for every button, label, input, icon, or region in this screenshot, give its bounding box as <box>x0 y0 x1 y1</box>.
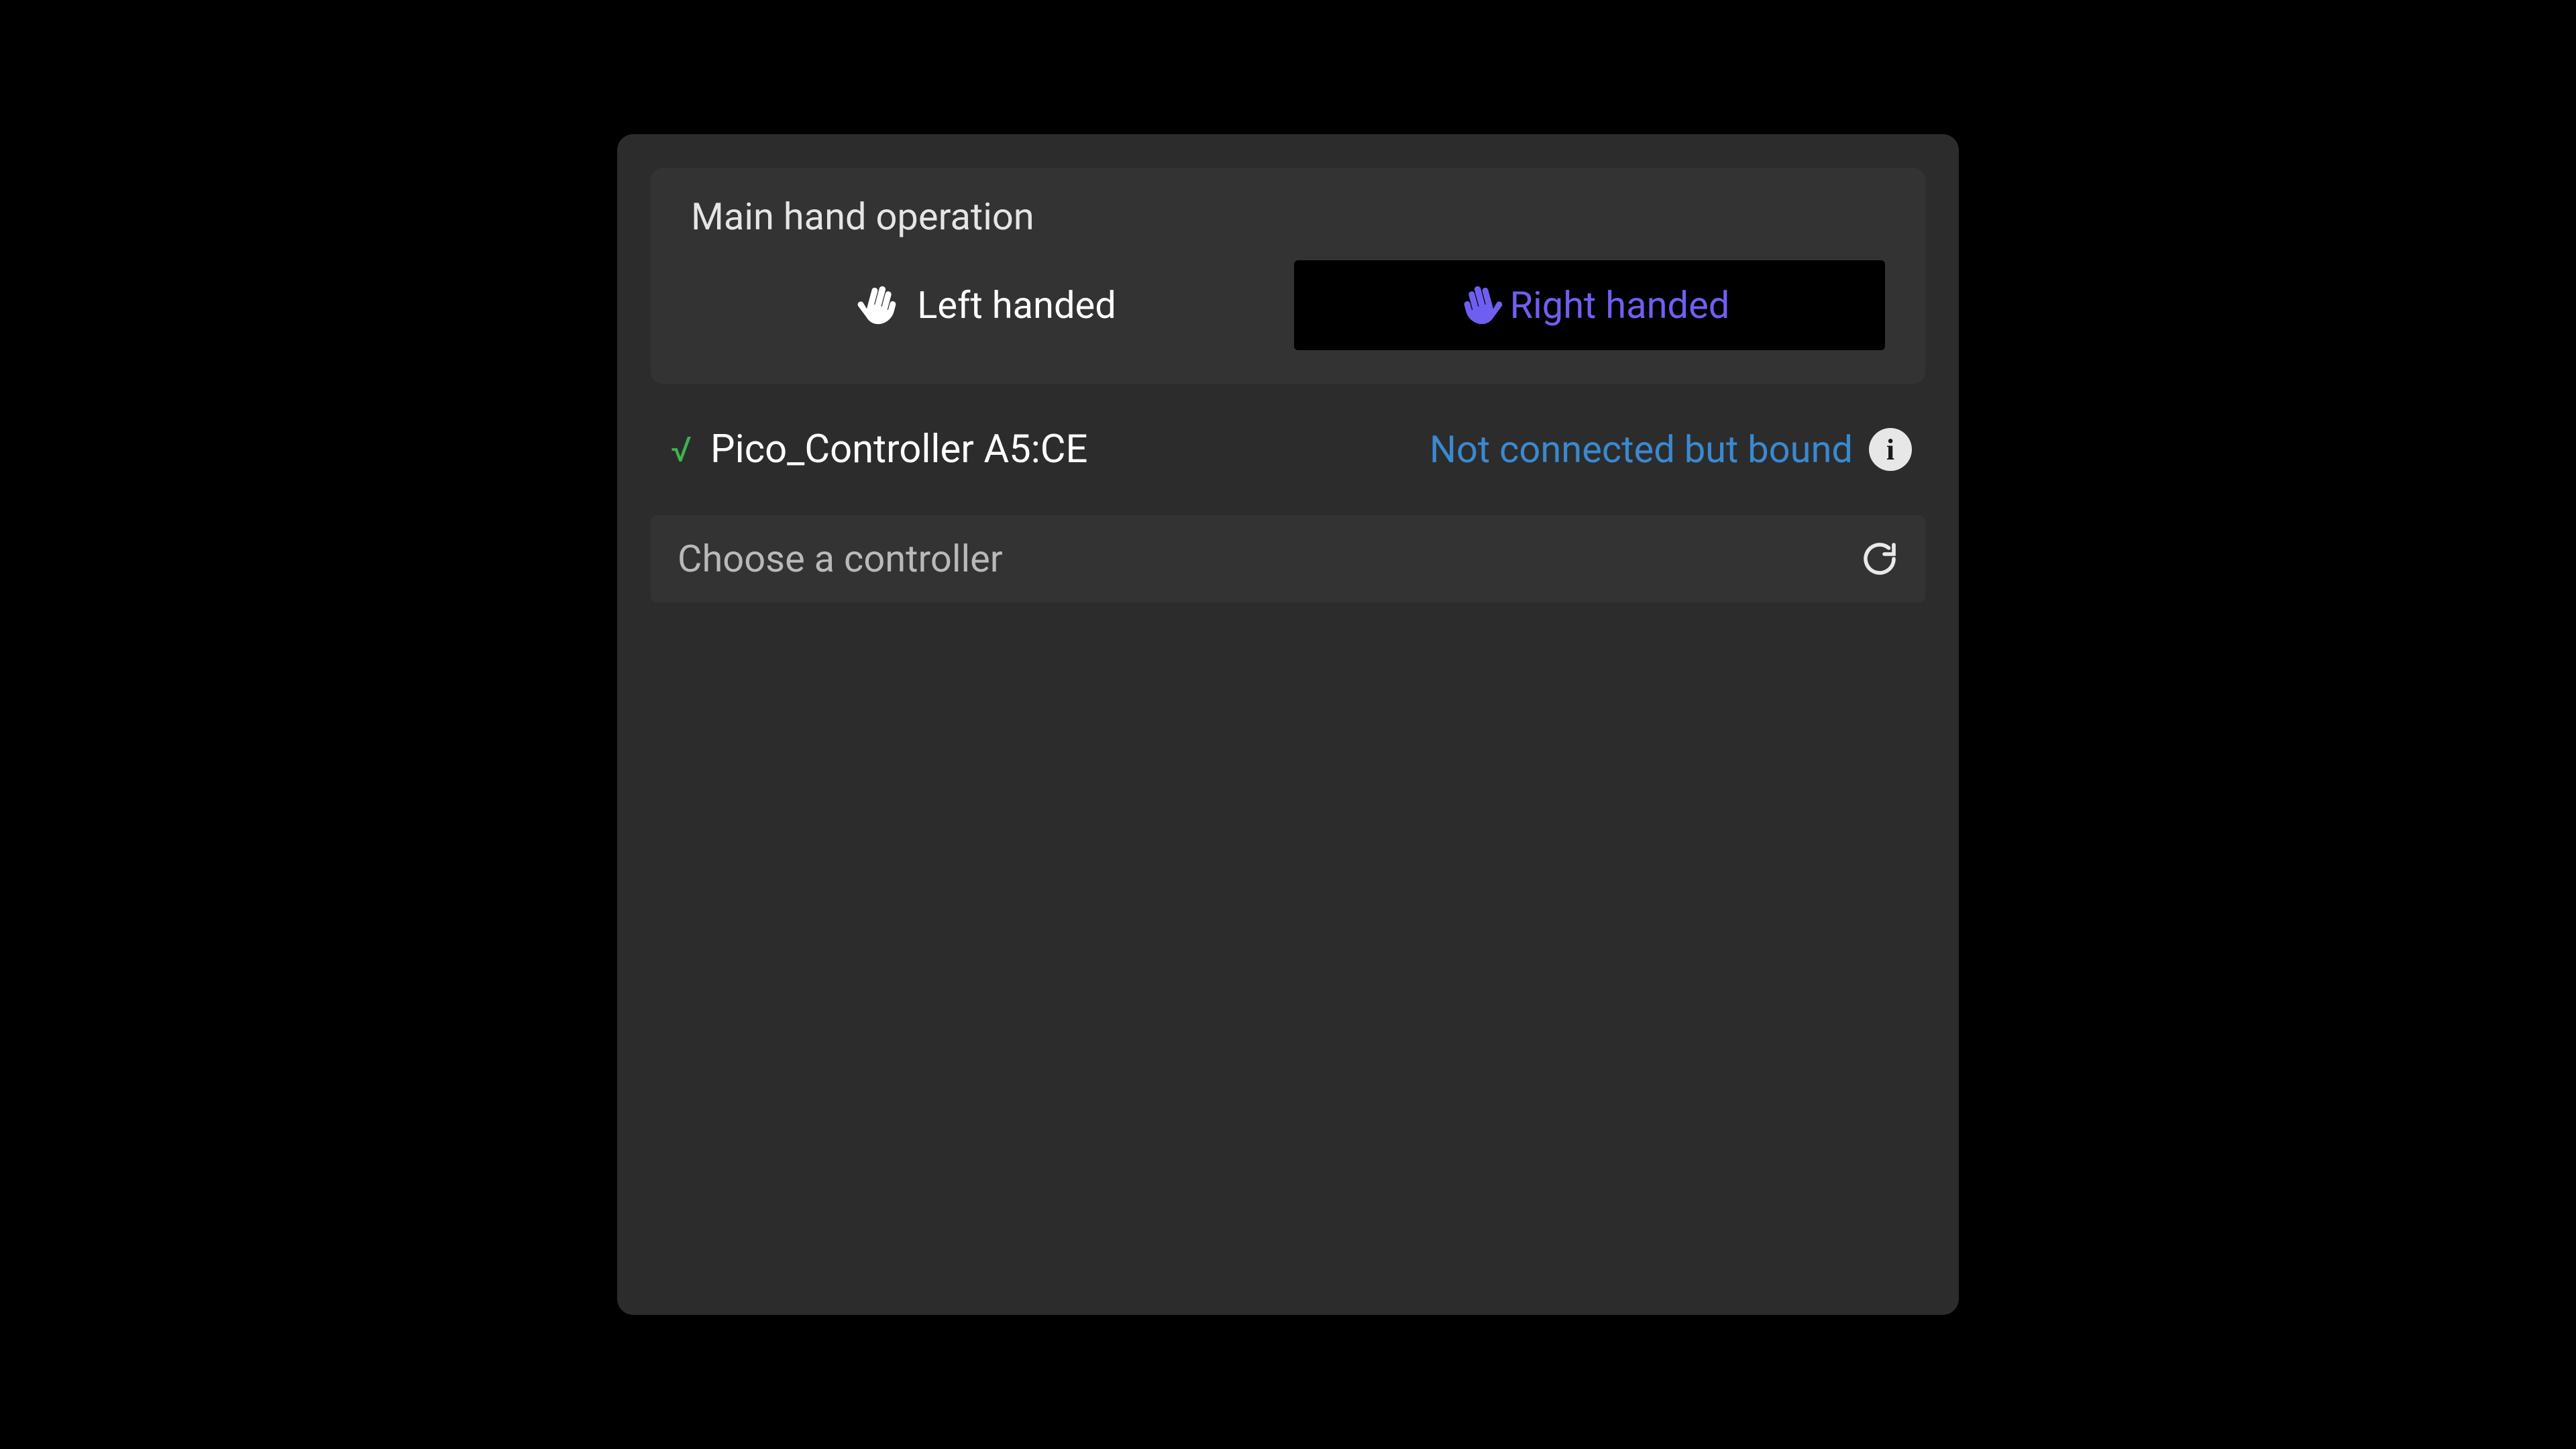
hand-left-icon <box>857 278 910 332</box>
hand-right-icon <box>1450 278 1503 332</box>
check-icon: √ <box>671 429 692 470</box>
choose-controller-row: Choose a controller <box>651 515 1925 602</box>
main-hand-title: Main hand operation <box>691 195 1885 239</box>
device-identity: √ Pico_Controller A5:CE <box>671 427 1088 472</box>
info-icon[interactable]: i <box>1869 428 1912 471</box>
settings-panel: Main hand operation Left handed Right ha… <box>617 134 1959 1315</box>
refresh-icon[interactable] <box>1861 540 1898 578</box>
right-handed-label: Right handed <box>1510 283 1730 327</box>
choose-controller-label: Choose a controller <box>678 537 1003 581</box>
device-status-group: Not connected but bound i <box>1430 427 1912 472</box>
device-name-label: Pico_Controller A5:CE <box>710 427 1088 472</box>
device-status-label: Not connected but bound <box>1430 427 1853 472</box>
main-hand-section: Main hand operation Left handed Right ha… <box>651 168 1925 384</box>
left-handed-option[interactable]: Left handed <box>691 260 1282 350</box>
left-handed-label: Left handed <box>917 283 1116 327</box>
bound-controller-row[interactable]: √ Pico_Controller A5:CE Not connected bu… <box>651 413 1925 486</box>
hand-options-group: Left handed Right handed <box>691 260 1885 350</box>
right-handed-option[interactable]: Right handed <box>1294 260 1885 350</box>
